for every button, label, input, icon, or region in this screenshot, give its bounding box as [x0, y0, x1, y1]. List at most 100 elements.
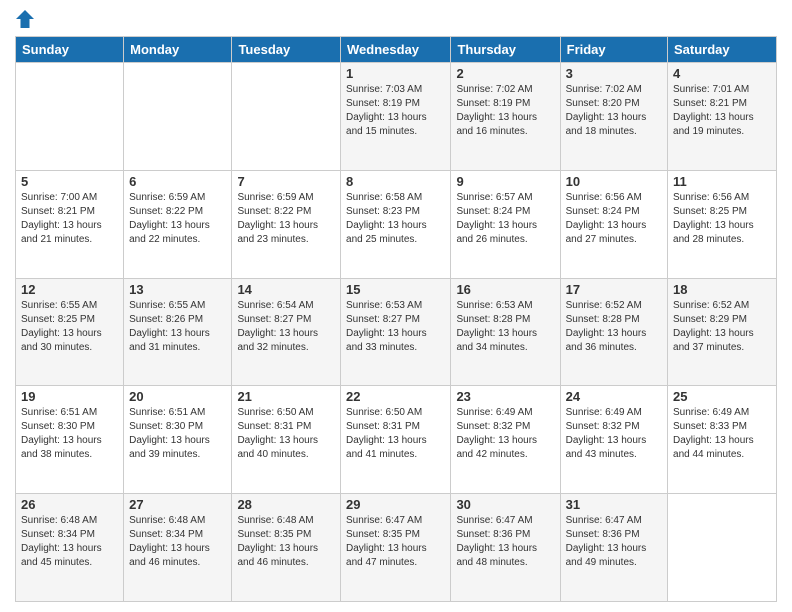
calendar-body: 1 Sunrise: 7:03 AM Sunset: 8:19 PM Daylig…	[16, 63, 777, 602]
calendar-week-row: 1 Sunrise: 7:03 AM Sunset: 8:19 PM Daylig…	[16, 63, 777, 171]
day-info: Sunrise: 6:59 AM Sunset: 8:22 PM Dayligh…	[129, 191, 226, 247]
day-info: Sunrise: 6:57 AM Sunset: 8:24 PM Dayligh…	[456, 191, 554, 247]
calendar-day-cell: 29 Sunrise: 6:47 AM Sunset: 8:35 PM Dayli…	[341, 494, 451, 602]
calendar-week-row: 26 Sunrise: 6:48 AM Sunset: 8:34 PM Dayli…	[16, 494, 777, 602]
calendar-day-cell: 10Sunrise: 6:56 AM Sunset: 8:24 PM Dayli…	[560, 170, 667, 278]
day-number: 28	[237, 497, 335, 512]
calendar-day-cell: 23 Sunrise: 6:49 AM Sunset: 8:32 PM Dayli…	[451, 386, 560, 494]
day-number: 3	[566, 66, 662, 81]
header-row: SundayMondayTuesdayWednesdayThursdayFrid…	[16, 37, 777, 63]
day-number: 11	[673, 174, 771, 189]
day-number: 10	[566, 174, 662, 189]
day-info: Sunrise: 6:51 AM Sunset: 8:30 PM Dayligh…	[129, 406, 226, 462]
day-number: 13	[129, 282, 226, 297]
calendar-day-cell: 7 Sunrise: 6:59 AM Sunset: 8:22 PM Daylig…	[232, 170, 341, 278]
day-number: 27	[129, 497, 226, 512]
day-number: 25	[673, 389, 771, 404]
day-info: Sunrise: 6:52 AM Sunset: 8:28 PM Dayligh…	[566, 299, 662, 355]
calendar-day-cell: 8 Sunrise: 6:58 AM Sunset: 8:23 PM Daylig…	[341, 170, 451, 278]
day-of-week-header: Tuesday	[232, 37, 341, 63]
calendar-day-cell: 31 Sunrise: 6:47 AM Sunset: 8:36 PM Dayli…	[560, 494, 667, 602]
calendar-day-cell: 2 Sunrise: 7:02 AM Sunset: 8:19 PM Daylig…	[451, 63, 560, 171]
day-info: Sunrise: 6:47 AM Sunset: 8:36 PM Dayligh…	[566, 514, 662, 570]
calendar-day-cell	[16, 63, 124, 171]
day-number: 12	[21, 282, 118, 297]
day-info: Sunrise: 6:47 AM Sunset: 8:35 PM Dayligh…	[346, 514, 445, 570]
day-info: Sunrise: 7:02 AM Sunset: 8:19 PM Dayligh…	[456, 83, 554, 139]
day-number: 5	[21, 174, 118, 189]
logo	[15, 10, 34, 28]
calendar-day-cell: 20 Sunrise: 6:51 AM Sunset: 8:30 PM Dayli…	[124, 386, 232, 494]
day-info: Sunrise: 6:49 AM Sunset: 8:32 PM Dayligh…	[456, 406, 554, 462]
day-info: Sunrise: 6:56 AM Sunset: 8:25 PM Dayligh…	[673, 191, 771, 247]
calendar-day-cell: 12 Sunrise: 6:55 AM Sunset: 8:25 PM Dayli…	[16, 278, 124, 386]
day-info: Sunrise: 7:01 AM Sunset: 8:21 PM Dayligh…	[673, 83, 771, 139]
calendar-day-cell: 13 Sunrise: 6:55 AM Sunset: 8:26 PM Dayli…	[124, 278, 232, 386]
day-number: 31	[566, 497, 662, 512]
calendar-day-cell: 17 Sunrise: 6:52 AM Sunset: 8:28 PM Dayli…	[560, 278, 667, 386]
calendar-week-row: 12 Sunrise: 6:55 AM Sunset: 8:25 PM Dayli…	[16, 278, 777, 386]
day-number: 1	[346, 66, 445, 81]
calendar-day-cell: 9Sunrise: 6:57 AM Sunset: 8:24 PM Daylig…	[451, 170, 560, 278]
day-info: Sunrise: 6:48 AM Sunset: 8:35 PM Dayligh…	[237, 514, 335, 570]
day-info: Sunrise: 6:58 AM Sunset: 8:23 PM Dayligh…	[346, 191, 445, 247]
day-of-week-header: Sunday	[16, 37, 124, 63]
calendar-day-cell: 26 Sunrise: 6:48 AM Sunset: 8:34 PM Dayli…	[16, 494, 124, 602]
calendar-day-cell: 15 Sunrise: 6:53 AM Sunset: 8:27 PM Dayli…	[341, 278, 451, 386]
day-info: Sunrise: 6:53 AM Sunset: 8:27 PM Dayligh…	[346, 299, 445, 355]
calendar-day-cell: 21 Sunrise: 6:50 AM Sunset: 8:31 PM Dayli…	[232, 386, 341, 494]
day-info: Sunrise: 6:47 AM Sunset: 8:36 PM Dayligh…	[456, 514, 554, 570]
day-number: 21	[237, 389, 335, 404]
day-info: Sunrise: 6:55 AM Sunset: 8:25 PM Dayligh…	[21, 299, 118, 355]
day-number: 18	[673, 282, 771, 297]
calendar-day-cell: 14 Sunrise: 6:54 AM Sunset: 8:27 PM Dayli…	[232, 278, 341, 386]
day-info: Sunrise: 7:02 AM Sunset: 8:20 PM Dayligh…	[566, 83, 662, 139]
calendar-day-cell: 24Sunrise: 6:49 AM Sunset: 8:32 PM Dayli…	[560, 386, 667, 494]
calendar-day-cell	[232, 63, 341, 171]
day-info: Sunrise: 6:50 AM Sunset: 8:31 PM Dayligh…	[346, 406, 445, 462]
day-info: Sunrise: 6:54 AM Sunset: 8:27 PM Dayligh…	[237, 299, 335, 355]
day-number: 30	[456, 497, 554, 512]
header	[15, 10, 777, 28]
day-number: 17	[566, 282, 662, 297]
day-number: 15	[346, 282, 445, 297]
day-of-week-header: Saturday	[668, 37, 777, 63]
day-info: Sunrise: 6:55 AM Sunset: 8:26 PM Dayligh…	[129, 299, 226, 355]
day-info: Sunrise: 7:03 AM Sunset: 8:19 PM Dayligh…	[346, 83, 445, 139]
day-number: 23	[456, 389, 554, 404]
page: SundayMondayTuesdayWednesdayThursdayFrid…	[0, 0, 792, 612]
calendar-day-cell: 4 Sunrise: 7:01 AM Sunset: 8:21 PM Daylig…	[668, 63, 777, 171]
day-info: Sunrise: 6:50 AM Sunset: 8:31 PM Dayligh…	[237, 406, 335, 462]
calendar-day-cell	[668, 494, 777, 602]
day-number: 22	[346, 389, 445, 404]
calendar-day-cell: 22 Sunrise: 6:50 AM Sunset: 8:31 PM Dayli…	[341, 386, 451, 494]
day-number: 2	[456, 66, 554, 81]
calendar-day-cell: 5Sunrise: 7:00 AM Sunset: 8:21 PM Daylig…	[16, 170, 124, 278]
day-number: 16	[456, 282, 554, 297]
day-number: 8	[346, 174, 445, 189]
day-number: 4	[673, 66, 771, 81]
logo-icon	[16, 10, 34, 28]
day-of-week-header: Friday	[560, 37, 667, 63]
day-of-week-header: Monday	[124, 37, 232, 63]
day-number: 20	[129, 389, 226, 404]
day-info: Sunrise: 6:48 AM Sunset: 8:34 PM Dayligh…	[21, 514, 118, 570]
day-number: 7	[237, 174, 335, 189]
calendar-day-cell: 25Sunrise: 6:49 AM Sunset: 8:33 PM Dayli…	[668, 386, 777, 494]
calendar-week-row: 5Sunrise: 7:00 AM Sunset: 8:21 PM Daylig…	[16, 170, 777, 278]
calendar-day-cell: 6 Sunrise: 6:59 AM Sunset: 8:22 PM Daylig…	[124, 170, 232, 278]
day-number: 26	[21, 497, 118, 512]
day-info: Sunrise: 6:48 AM Sunset: 8:34 PM Dayligh…	[129, 514, 226, 570]
day-number: 6	[129, 174, 226, 189]
calendar-day-cell: 16Sunrise: 6:53 AM Sunset: 8:28 PM Dayli…	[451, 278, 560, 386]
calendar-day-cell: 27 Sunrise: 6:48 AM Sunset: 8:34 PM Dayli…	[124, 494, 232, 602]
day-info: Sunrise: 6:51 AM Sunset: 8:30 PM Dayligh…	[21, 406, 118, 462]
calendar-day-cell: 30 Sunrise: 6:47 AM Sunset: 8:36 PM Dayli…	[451, 494, 560, 602]
calendar-day-cell: 19Sunrise: 6:51 AM Sunset: 8:30 PM Dayli…	[16, 386, 124, 494]
day-number: 29	[346, 497, 445, 512]
calendar-day-cell: 1 Sunrise: 7:03 AM Sunset: 8:19 PM Daylig…	[341, 63, 451, 171]
day-info: Sunrise: 6:59 AM Sunset: 8:22 PM Dayligh…	[237, 191, 335, 247]
day-of-week-header: Thursday	[451, 37, 560, 63]
day-number: 14	[237, 282, 335, 297]
calendar-header: SundayMondayTuesdayWednesdayThursdayFrid…	[16, 37, 777, 63]
